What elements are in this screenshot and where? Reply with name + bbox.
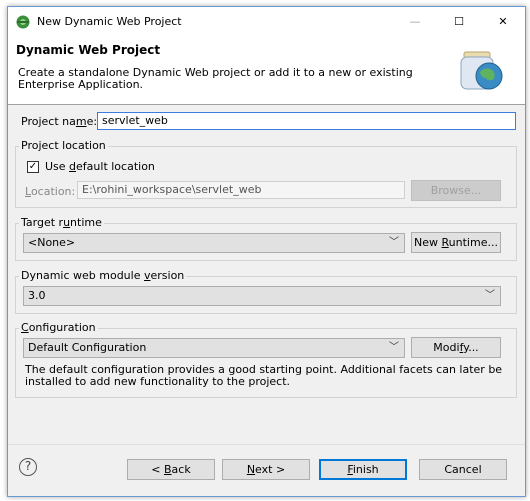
configuration-title: Configuration — [19, 321, 98, 334]
modify-button[interactable]: Modify... — [411, 337, 501, 358]
footer-divider — [8, 444, 525, 445]
title-bar: New Dynamic Web Project — ☐ ✕ — [8, 7, 525, 37]
web-project-jar-icon — [460, 51, 503, 90]
configuration-description: The default configuration provides a goo… — [25, 363, 503, 388]
maximize-button[interactable]: ☐ — [437, 7, 481, 37]
minimize-button[interactable]: — — [393, 7, 437, 37]
chevron-down-icon: ﹀ — [389, 342, 399, 353]
checkbox-check-icon: ✓ — [28, 161, 38, 172]
eclipse-app-icon — [16, 15, 30, 29]
location-label: Location: — [25, 185, 76, 198]
browse-button[interactable]: Browse... — [411, 180, 501, 201]
use-default-location-checkbox[interactable]: ✓ — [27, 161, 39, 173]
new-runtime-button[interactable]: New Runtime... — [411, 232, 501, 253]
chevron-down-icon: ﹀ — [485, 290, 495, 301]
configuration-select[interactable]: Default Configuration ﹀ — [23, 338, 405, 358]
project-location-title: Project location — [19, 139, 108, 152]
wizard-page-description: Create a standalone Dynamic Web project … — [18, 66, 413, 91]
back-button[interactable]: < Back — [127, 459, 215, 480]
finish-button[interactable]: Finish — [319, 459, 407, 480]
target-runtime-title: Target runtime — [19, 216, 104, 229]
wizard-header: Dynamic Web Project Create a standalone … — [8, 37, 525, 105]
project-name-input[interactable]: servlet_web — [97, 112, 516, 130]
project-name-label: Project name: — [21, 115, 98, 128]
cancel-button[interactable]: Cancel — [419, 459, 507, 480]
help-icon[interactable]: ? — [19, 458, 37, 476]
wizard-page-title: Dynamic Web Project — [16, 43, 161, 57]
chevron-down-icon: ﹀ — [389, 237, 399, 248]
module-version-title: Dynamic web module version — [19, 269, 187, 282]
dialog-window: New Dynamic Web Project — ☐ ✕ Dynamic We… — [7, 6, 526, 497]
location-input[interactable]: E:\rohini_workspace\servlet_web — [77, 181, 405, 199]
use-default-location-label: Use default location — [45, 160, 155, 173]
window-title: New Dynamic Web Project — [37, 15, 182, 28]
module-version-select[interactable]: 3.0 ﹀ — [23, 286, 501, 306]
target-runtime-select[interactable]: <None> ﹀ — [23, 233, 405, 253]
next-button[interactable]: Next > — [222, 459, 310, 480]
close-button[interactable]: ✕ — [481, 7, 525, 37]
